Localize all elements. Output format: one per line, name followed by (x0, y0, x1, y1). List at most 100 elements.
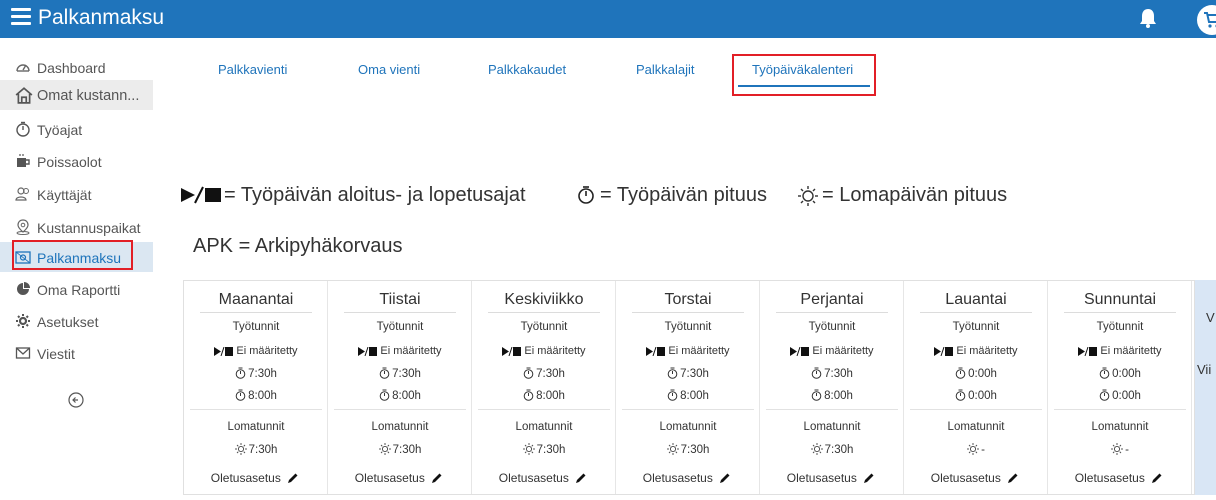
play-stop-icon (214, 346, 234, 357)
pencil-icon (720, 473, 730, 483)
divider (1064, 312, 1176, 313)
default-setting-button[interactable]: Oletusasetus (616, 471, 760, 485)
stopwatch-icon (379, 367, 390, 379)
start-end-times: Ei määritetty (1048, 345, 1192, 357)
stopwatch-icon (667, 389, 678, 401)
holiday-length: - (904, 443, 1048, 456)
work-hours-label: Työtunnit (232, 321, 280, 333)
tab-palkkalajit[interactable]: Palkkalajit (636, 62, 695, 77)
play-stop-icon (790, 346, 810, 357)
sun-icon (798, 186, 818, 206)
tab-palkkakaudet[interactable]: Palkkakaudet (488, 62, 566, 77)
workday-calendar: Maanantai Työtunnit Ei määritetty 7:30h … (183, 280, 1195, 495)
day-name: Lauantai (945, 291, 1007, 308)
sidebar-item-label: Oma Raportti (37, 282, 121, 298)
sidebar-item-kayttajat[interactable]: Käyttäjät (0, 179, 153, 209)
holiday-hours-label: Lomatunnit (803, 421, 861, 433)
divider (1054, 409, 1186, 410)
sidebar-item-kustannuspaikat[interactable]: Kustannuspaikat (0, 212, 153, 242)
dashboard-icon (16, 64, 30, 72)
day-length: 7:30h (184, 367, 328, 380)
top-bar: Palkanmaksu (0, 0, 1216, 38)
day-column: Tiistai Työtunnit Ei määritetty 7:30h 8:… (328, 281, 472, 494)
highlight-box-sidebar (12, 240, 133, 270)
sun-icon (666, 443, 679, 455)
coffee-icon (17, 154, 30, 167)
divider (344, 312, 456, 313)
sidebar-item-poissaolot[interactable]: Poissaolot (0, 146, 153, 176)
stopwatch-icon (523, 367, 534, 379)
stopwatch-icon (235, 367, 246, 379)
holiday-hours-label: Lomatunnit (1091, 421, 1149, 433)
holiday-length: 7:30h (760, 443, 904, 456)
start-end-times: Ei määritetty (760, 345, 904, 357)
sidebar-item-omat-kustannukset[interactable]: Omat kustann... (0, 80, 153, 110)
home-icon (15, 87, 33, 104)
day-length: 0:00h (904, 367, 1048, 380)
day-length: 7:30h (616, 367, 760, 380)
pencil-icon (1152, 473, 1162, 483)
default-setting-button[interactable]: Oletusasetus (184, 471, 328, 485)
default-setting-button[interactable]: Oletusasetus (328, 471, 472, 485)
location-pin-icon (16, 219, 30, 235)
divider (910, 409, 1042, 410)
next-panel[interactable]: V Vii (1195, 280, 1216, 495)
day-name: Perjantai (800, 291, 864, 308)
default-setting-button[interactable]: Oletusasetus (904, 471, 1048, 485)
sidebar-item-label: Kustannuspaikat (37, 220, 141, 236)
sidebar-item-asetukset[interactable]: Asetukset (0, 306, 153, 336)
stopwatch-icon (379, 389, 390, 401)
divider (920, 312, 1032, 313)
default-setting-button[interactable]: Oletusasetus (1048, 471, 1192, 485)
cart-button[interactable] (1197, 5, 1216, 35)
day-column: Sunnuntai Työtunnit Ei määritetty 0:00h … (1048, 281, 1192, 494)
day-column: Keskiviikko Työtunnit Ei määritetty 7:30… (472, 281, 616, 494)
sun-icon (234, 443, 247, 455)
pie-chart-icon (17, 282, 30, 295)
day-column: Maanantai Työtunnit Ei määritetty 7:30h … (184, 281, 328, 494)
day-length-secondary: 0:00h (1048, 389, 1192, 402)
collapse-sidebar-icon[interactable] (68, 392, 84, 408)
hamburger-menu-icon[interactable] (11, 5, 33, 29)
sun-icon (522, 443, 535, 455)
legend-length-text: = Työpäivän pituus (600, 184, 767, 206)
sidebar-item-viestit[interactable]: Viestit (0, 338, 153, 368)
day-length-secondary: 8:00h (616, 389, 760, 402)
sidebar-item-label: Dashboard (37, 60, 106, 76)
app-title: Palkanmaksu (38, 6, 165, 29)
start-end-times: Ei määritetty (328, 345, 472, 357)
sidebar-item-oma-raportti[interactable]: Oma Raportti (0, 274, 153, 304)
work-hours-label: Työtunnit (1096, 321, 1144, 333)
mail-icon (15, 347, 31, 359)
default-setting-button[interactable]: Oletusasetus (472, 471, 616, 485)
sidebar-item-tyoajat[interactable]: Työajat (0, 114, 153, 144)
day-length: 7:30h (472, 367, 616, 380)
play-stop-icon (1078, 346, 1098, 357)
cart-icon (1204, 12, 1216, 28)
next-panel-text-1: V (1206, 310, 1215, 325)
stopwatch-icon (1099, 389, 1110, 401)
tab-palkkavienti[interactable]: Palkkavienti (218, 62, 287, 77)
sidebar-item-dashboard[interactable]: Dashboard (0, 52, 153, 82)
default-setting-button[interactable]: Oletusasetus (760, 471, 904, 485)
work-hours-label: Työtunnit (664, 321, 712, 333)
work-hours-label: Työtunnit (808, 321, 856, 333)
work-hours-label: Työtunnit (376, 321, 424, 333)
sun-icon (378, 443, 391, 455)
divider (334, 409, 466, 410)
day-length-secondary: 0:00h (904, 389, 1048, 402)
day-length-secondary: 8:00h (328, 389, 472, 402)
holiday-hours-label: Lomatunnit (515, 421, 573, 433)
divider (200, 312, 312, 313)
sidebar-item-label: Asetukset (37, 314, 99, 330)
pencil-icon (864, 473, 874, 483)
holiday-hours-label: Lomatunnit (227, 421, 285, 433)
stopwatch-icon (811, 389, 822, 401)
stopwatch-icon (955, 389, 966, 401)
day-length: 7:30h (760, 367, 904, 380)
tab-oma-vienti[interactable]: Oma vienti (358, 62, 420, 77)
day-column: Lauantai Työtunnit Ei määritetty 0:00h 0… (904, 281, 1048, 494)
pencil-icon (288, 473, 298, 483)
holiday-hours-label: Lomatunnit (371, 421, 429, 433)
bell-icon[interactable] (1139, 8, 1157, 28)
